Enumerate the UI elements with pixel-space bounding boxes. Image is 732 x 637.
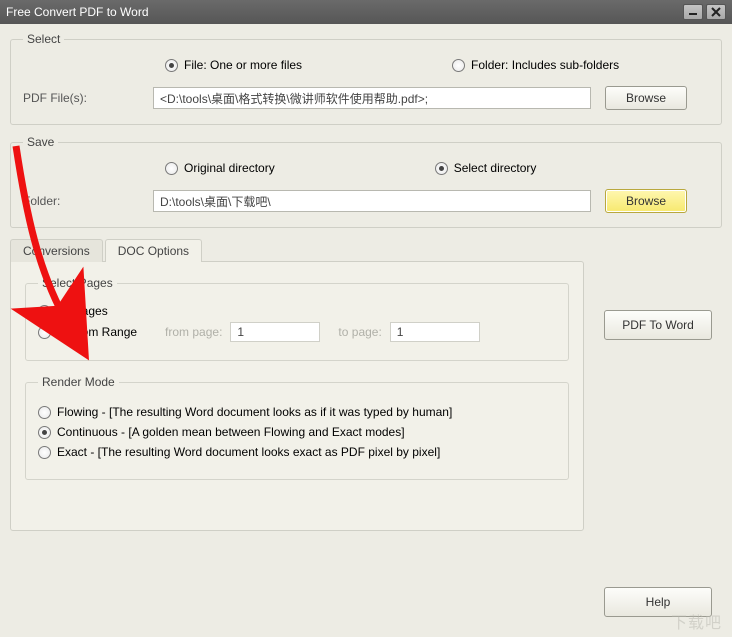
radio-dot-icon xyxy=(165,59,178,72)
folder-input[interactable] xyxy=(153,190,591,212)
original-dir-label: Original directory xyxy=(184,161,275,175)
select-pages-group: Select Pages All Pages Custom Range from… xyxy=(25,276,569,361)
select-legend: Select xyxy=(23,32,64,46)
folder-label: Folder: xyxy=(23,194,153,208)
continuous-radio[interactable]: Continuous - [A golden mean between Flow… xyxy=(38,425,556,439)
file-radio-label: File: One or more files xyxy=(184,58,302,72)
folder-radio-label: Folder: Includes sub-folders xyxy=(471,58,619,72)
pdf-to-word-button[interactable]: PDF To Word xyxy=(604,310,712,340)
continuous-label: Continuous - [A golden mean between Flow… xyxy=(57,425,405,439)
select-dir-label: Select directory xyxy=(454,161,537,175)
from-page-input[interactable] xyxy=(230,322,320,342)
select-dir-radio[interactable]: Select directory xyxy=(435,161,537,175)
watermark-text: 下载吧 xyxy=(671,609,722,633)
custom-range-label: Custom Range xyxy=(57,325,137,339)
browse-files-button[interactable]: Browse xyxy=(605,86,687,110)
folder-radio[interactable]: Folder: Includes sub-folders xyxy=(452,58,619,72)
radio-dot-icon xyxy=(452,59,465,72)
radio-dot-icon xyxy=(38,406,51,419)
pdf-files-input[interactable] xyxy=(153,87,591,109)
radio-dot-icon xyxy=(38,305,51,318)
render-mode-group: Render Mode Flowing - [The resulting Wor… xyxy=(25,375,569,480)
close-button[interactable] xyxy=(706,4,726,20)
to-page-input[interactable] xyxy=(390,322,480,342)
radio-dot-icon xyxy=(165,162,178,175)
select-pages-legend: Select Pages xyxy=(38,276,117,290)
custom-range-radio[interactable]: Custom Range xyxy=(38,325,137,339)
title-bar: Free Convert PDF to Word xyxy=(0,0,732,24)
tab-doc-options[interactable]: DOC Options xyxy=(105,239,202,262)
render-mode-legend: Render Mode xyxy=(38,375,119,389)
to-page-label: to page: xyxy=(338,325,381,339)
radio-dot-icon xyxy=(38,326,51,339)
save-legend: Save xyxy=(23,135,58,149)
radio-dot-icon xyxy=(38,426,51,439)
radio-dot-icon xyxy=(38,446,51,459)
all-pages-label: All Pages xyxy=(57,304,108,318)
radio-dot-icon xyxy=(435,162,448,175)
file-radio[interactable]: File: One or more files xyxy=(165,58,302,72)
save-group: Save Original directory Select directory… xyxy=(10,135,722,228)
tab-strip: Conversions DOC Options xyxy=(10,239,722,262)
tabs-container: Conversions DOC Options Select Pages All… xyxy=(10,238,722,531)
exact-label: Exact - [The resulting Word document loo… xyxy=(57,445,440,459)
select-group: Select File: One or more files Folder: I… xyxy=(10,32,722,125)
browse-folder-button[interactable]: Browse xyxy=(605,189,687,213)
client-area: Select File: One or more files Folder: I… xyxy=(0,24,732,637)
window-title: Free Convert PDF to Word xyxy=(6,5,680,19)
minimize-button[interactable] xyxy=(683,4,703,20)
flowing-label: Flowing - [The resulting Word document l… xyxy=(57,405,452,419)
all-pages-radio[interactable]: All Pages xyxy=(38,304,556,318)
pdf-files-label: PDF File(s): xyxy=(23,91,153,105)
right-actions: PDF To Word xyxy=(604,310,712,340)
tab-body: Select Pages All Pages Custom Range from… xyxy=(10,261,584,531)
flowing-radio[interactable]: Flowing - [The resulting Word document l… xyxy=(38,405,556,419)
exact-radio[interactable]: Exact - [The resulting Word document loo… xyxy=(38,445,556,459)
tab-conversions[interactable]: Conversions xyxy=(10,239,103,262)
from-page-label: from page: xyxy=(165,325,222,339)
original-dir-radio[interactable]: Original directory xyxy=(165,161,275,175)
